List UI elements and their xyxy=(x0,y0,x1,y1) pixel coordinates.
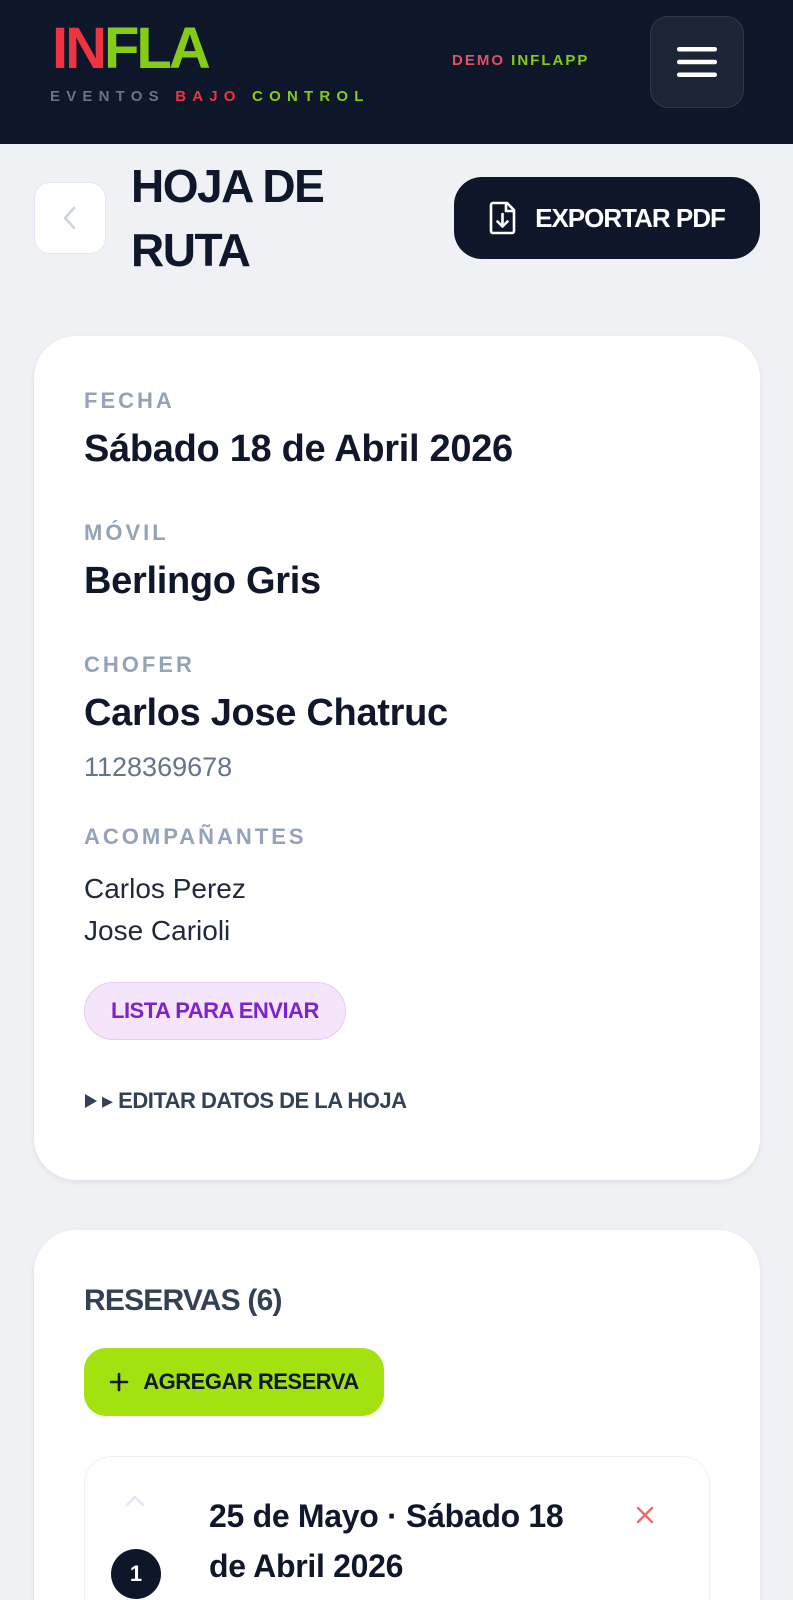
acompanante-item: Jose Carioli xyxy=(84,915,231,946)
account-name-part-1: DEMO xyxy=(452,52,505,69)
add-reserva-button[interactable]: AGREGAR RESERVA xyxy=(84,1348,384,1416)
reservas-card: RESERVAS (6) AGREGAR RESERVA 1 25 de May… xyxy=(34,1230,760,1600)
disclosure-triangle-icon xyxy=(85,1094,97,1108)
chofer-phone[interactable]: 1128369678 xyxy=(84,752,232,783)
move-up-icon[interactable] xyxy=(123,1493,147,1509)
export-pdf-button[interactable]: EXPORTAR PDF xyxy=(454,177,760,259)
chofer-label: CHOFER xyxy=(84,652,195,677)
chevron-left-icon xyxy=(63,206,76,230)
fecha-value: Sábado 18 de Abril 2026 xyxy=(84,428,513,470)
edit-sheet-toggle[interactable]: ▸ EDITAR DATOS DE LA HOJA xyxy=(84,1088,407,1114)
tagline-word-3: CONTROL xyxy=(252,88,370,105)
reservas-title: RESERVAS (6) xyxy=(84,1284,282,1317)
export-pdf-label: EXPORTAR PDF xyxy=(535,202,726,233)
movil-value: Berlingo Gris xyxy=(84,560,321,602)
logo-part-in: IN xyxy=(52,16,107,81)
hamburger-icon xyxy=(677,47,717,77)
top-bar: INFLA EVENTOS BAJO CONTROL DEMO INFLAPP xyxy=(0,0,793,144)
tagline-word-2: BAJO xyxy=(175,88,242,105)
back-button[interactable] xyxy=(34,182,106,254)
account-name-part-2: INFLAPP xyxy=(511,52,590,69)
chofer-value: Carlos Jose Chatruc xyxy=(84,692,448,734)
route-sheet-info-card: FECHA Sábado 18 de Abril 2026 MÓVIL Berl… xyxy=(34,336,760,1180)
reserva-order-number: 1 xyxy=(111,1549,161,1599)
edit-sheet-label: ▸ EDITAR DATOS DE LA HOJA xyxy=(102,1088,407,1113)
page-title: HOJA DE RUTA xyxy=(131,160,325,276)
file-download-icon xyxy=(489,201,516,235)
add-reserva-label: AGREGAR RESERVA xyxy=(143,1369,359,1394)
movil-label: MÓVIL xyxy=(84,520,169,545)
status-badge: LISTA PARA ENVIAR xyxy=(84,982,346,1040)
menu-button[interactable] xyxy=(650,16,744,108)
logo-part-fla: FLA xyxy=(104,16,211,81)
reserva-title: 25 de Mayo · Sábado 18 de Abril 2026 xyxy=(209,1498,564,1584)
close-icon xyxy=(636,1506,654,1524)
fecha-label: FECHA xyxy=(84,388,175,413)
logo-tagline: EVENTOS BAJO CONTROL xyxy=(50,88,370,105)
acompanantes-list: Carlos Perez Jose Carioli xyxy=(84,868,246,952)
app-logo[interactable]: INFLA xyxy=(52,16,211,81)
remove-reserva-button[interactable] xyxy=(635,1499,655,1533)
acompanante-item: Carlos Perez xyxy=(84,873,246,904)
plus-icon xyxy=(109,1372,129,1392)
account-name: DEMO INFLAPP xyxy=(452,52,589,69)
tagline-word-1: EVENTOS xyxy=(50,88,165,105)
acompanantes-label: ACOMPAÑANTES xyxy=(84,824,307,849)
reserva-item[interactable]: 1 25 de Mayo · Sábado 18 de Abril 2026 xyxy=(84,1456,710,1600)
